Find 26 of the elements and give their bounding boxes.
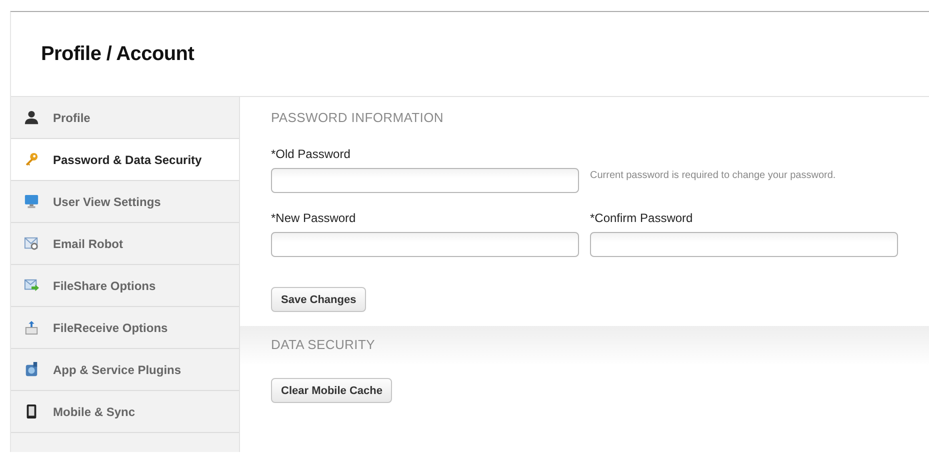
save-changes-button[interactable]: Save Changes [271,287,366,312]
phone-icon [24,404,39,419]
field-label: *Old Password [271,147,352,161]
sidebar-item[interactable]: User View Settings [11,181,239,223]
key-icon [24,152,39,167]
new-password-field[interactable] [271,232,579,257]
field-hint: Current password is required to change your password. [590,170,837,181]
section-heading: DATA SECURITY [271,337,376,352]
page-title: Profile / Account [41,42,194,66]
sidebar-item[interactable]: Email Robot [11,223,239,265]
envelope-gear-icon [24,236,39,251]
sidebar-item[interactable]: Password & Data Security [11,139,239,181]
field-label: *Confirm Password [590,211,694,225]
clear-cache-button[interactable]: Clear Mobile Cache [271,378,392,403]
old-password-field[interactable] [271,168,579,193]
person-icon [24,110,39,125]
sidebar-item[interactable]: FileShare Options [11,265,239,307]
sidebar-item[interactable]: Mobile & Sync [11,391,239,433]
plugin-icon [24,362,39,377]
field-label: *New Password [271,211,357,225]
monitor-icon [24,194,39,209]
upload-tray-icon [24,320,39,335]
sidebar-item[interactable]: FileReceive Options [11,307,239,349]
confirm-password-field[interactable] [590,232,898,257]
section-heading: PASSWORD INFORMATION [271,110,445,125]
sidebar-item[interactable]: App & Service Plugins [11,349,239,391]
